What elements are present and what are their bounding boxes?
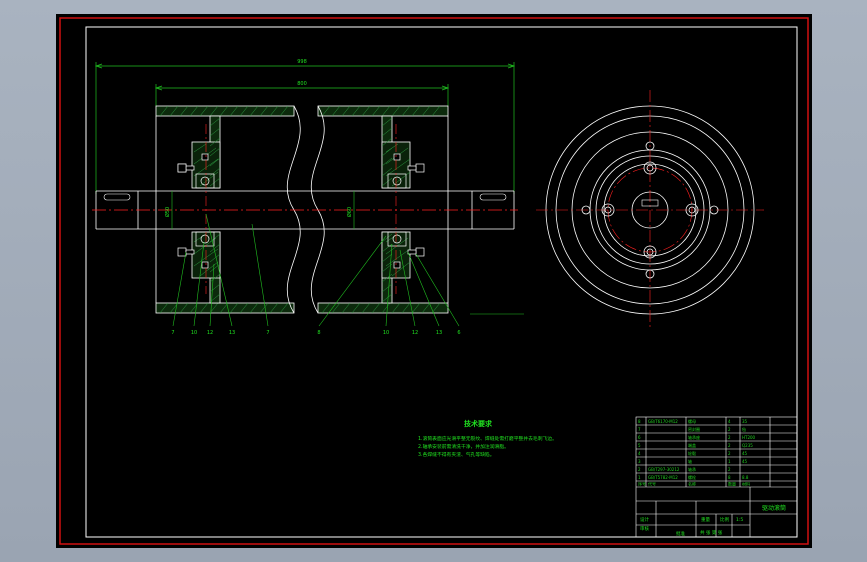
bom-cell: GB/T5782-M12 [648, 475, 678, 480]
overall-length-label: 998 [297, 59, 307, 65]
notes-title: 技术要求 [464, 419, 493, 428]
bom-cell: 8 [728, 475, 731, 480]
drum-dimension [154, 84, 450, 106]
drum-shell [155, 105, 449, 314]
notes-item: 3.各焊缝不得有夹渣、气孔等缺陷。 [418, 451, 495, 458]
bom-cell: 毡 [742, 426, 746, 432]
bom-cell: 8.8 [742, 475, 749, 480]
part-balloons: 7 10 12 13 7 8 10 12 13 6 [171, 330, 460, 336]
part-balloon: 12 [412, 330, 418, 336]
bom-cell: 1 [638, 475, 641, 480]
bom-cell: 3 [638, 459, 641, 464]
section-view: 998 800 Ø50 Ø60 7 10 12 13 7 8 10 12 13 … [92, 59, 524, 336]
bom-cell: 35 [742, 419, 748, 424]
bom-cell: 1 [728, 459, 731, 464]
bom-header-cell: 序号 [638, 481, 646, 487]
bom-cell: 2 [638, 467, 641, 472]
bom-header-cell: 材料 [742, 481, 750, 487]
weight-label: 重量 [701, 516, 710, 523]
bom-cell: GB/T297-30212 [648, 467, 680, 472]
bom-header-cell: 数量 [728, 481, 736, 487]
part-balloon: 10 [383, 330, 389, 336]
bom-cell: 2 [728, 427, 731, 432]
drawing-title: 驱动滚筒 [762, 504, 786, 512]
design-label: 设计 [640, 516, 649, 523]
part-balloon: 6 [457, 330, 460, 336]
bom-cell: 45 [742, 451, 748, 456]
part-balloon: 13 [436, 330, 442, 336]
bom-cell: 8 [638, 419, 641, 424]
bom-cell: 轴承 [688, 466, 696, 472]
bom-cell: GB/T6170-M12 [648, 419, 678, 424]
bom-cell: 45 [742, 459, 748, 464]
part-balloon: 10 [191, 330, 197, 336]
bom-cell: 4 [638, 451, 641, 456]
bom-cell: 4 [728, 419, 731, 424]
part-balloon: 12 [207, 330, 213, 336]
bom-cell: 轴承座 [688, 434, 700, 440]
end-view [536, 90, 764, 330]
bom-cell: Q235 [742, 443, 753, 448]
key-slots [103, 193, 507, 201]
shaft-diameter-label: Ø60 [346, 207, 353, 217]
scale-label: 比例 [720, 516, 729, 523]
approve-label: 批准 [676, 530, 685, 537]
bom-cell: 2 [728, 451, 731, 456]
bom-cell: 2 [728, 467, 731, 472]
end-view-center [536, 90, 764, 330]
bom-cell: 端盖 [688, 442, 696, 448]
notes-item: 2.轴承安装前需清洗干净，并加注润滑脂。 [418, 443, 509, 450]
bom-cell: 密封圈 [688, 426, 700, 432]
bom-cell: 2 [728, 443, 731, 448]
bom-header-cell: 代号 [648, 481, 656, 487]
sheet-info: 共 张 第 张 [700, 529, 723, 536]
drum-length-label: 800 [297, 81, 307, 87]
bom-cell: 7 [638, 427, 641, 432]
part-balloon: 7 [171, 330, 174, 336]
part-balloon: 8 [317, 330, 320, 336]
technical-notes: 技术要求 1.滚筒表面应光滑平整无裂纹、焊缝处需打磨平整并去毛刺飞边。 2.轴承… [418, 419, 557, 458]
drawing-viewport[interactable]: 998 800 Ø50 Ø60 7 10 12 13 7 8 10 12 13 … [56, 14, 812, 548]
bom-header-cell: 名称 [688, 481, 696, 487]
scale-value: 1:5 [736, 517, 743, 523]
small-diameter-label: Ø50 [164, 207, 171, 217]
bom-cell: 5 [638, 443, 641, 448]
check-label: 审核 [640, 525, 649, 532]
bom-cell: 螺母 [688, 418, 696, 424]
part-balloon: 13 [229, 330, 235, 336]
bom-cell: 轴 [688, 458, 692, 464]
title-block: 8 GB/T6170-M12 螺母 4 35 7 密封圈 2 毡 6 轴承座 2 HT200 5 端盖 2 Q2… [635, 416, 798, 538]
bom-cell: HT200 [742, 435, 756, 440]
bom-rows: 8 GB/T6170-M12 螺母 4 35 7 密封圈 2 毡 6 轴承座 2 HT200 5 端盖 2 Q2… [638, 418, 756, 487]
shell-hatching [159, 105, 441, 314]
bom-cell: 6 [638, 435, 641, 440]
bom-cell: 2 [728, 435, 731, 440]
part-balloon: 7 [266, 330, 269, 336]
bom-cell: 轮毂 [688, 450, 696, 456]
cad-drawing: 998 800 Ø50 Ø60 7 10 12 13 7 8 10 12 13 … [59, 17, 809, 545]
break-lines [286, 105, 325, 314]
bom-cell: 螺栓 [688, 474, 696, 480]
notes-item: 1.滚筒表面应光滑平整无裂纹、焊缝处需打磨平整并去毛刺飞边。 [418, 435, 557, 442]
